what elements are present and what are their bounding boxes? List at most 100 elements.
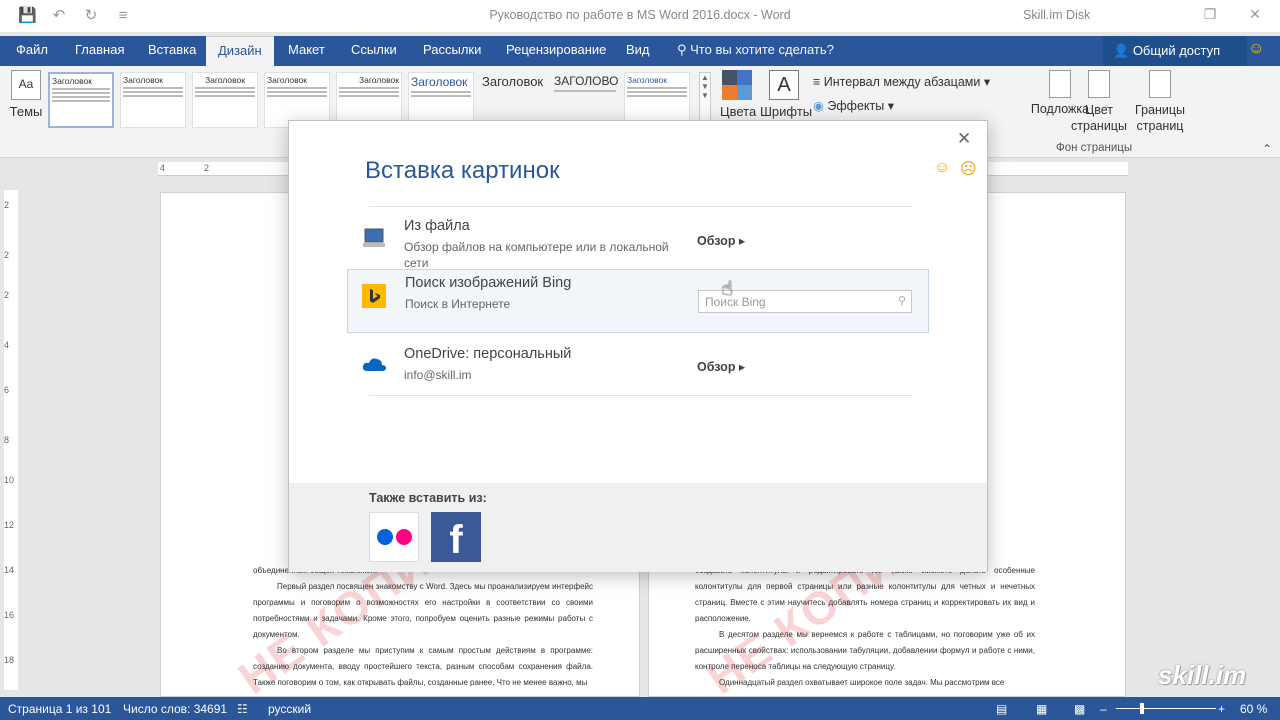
tab-design[interactable]: Дизайн xyxy=(206,36,274,66)
account-name[interactable]: Skill.im Disk xyxy=(1023,8,1090,22)
web-layout-icon[interactable]: ▩ xyxy=(1074,702,1085,716)
tab-view[interactable]: Вид xyxy=(626,42,650,57)
tell-me-text: Что вы хотите сделать? xyxy=(690,42,834,57)
vertical-ruler[interactable]: 2 2 2 4 6 8 10 12 14 16 18 xyxy=(4,190,18,690)
proofing-icon[interactable]: ☷ xyxy=(237,702,248,716)
style-heading: Заголовок xyxy=(205,75,245,85)
frown-icon[interactable]: ☹ xyxy=(960,159,977,179)
paragraph-options: ≡ Интервал между абзацами ▾ ◉ Эффекты ▾ xyxy=(813,70,990,118)
zoom-level[interactable]: 60 % xyxy=(1240,702,1267,716)
style-heading: Заголовок xyxy=(267,75,307,85)
browse-onedrive-label: Обзор xyxy=(697,360,736,374)
also-insert-label: Также вставить из: xyxy=(369,491,487,505)
tab-review[interactable]: Рецензирование xyxy=(506,42,606,57)
share-button[interactable]: 👤 Общий доступ xyxy=(1103,36,1247,66)
browse-onedrive-button[interactable]: Обзор ▸ xyxy=(697,359,745,374)
search-icon[interactable]: ⚲ xyxy=(898,294,906,307)
bing-subtitle: Поиск в Интернете xyxy=(405,297,511,311)
tab-file[interactable]: Файл xyxy=(16,42,48,57)
style-heading: Заголовок xyxy=(627,75,667,85)
style-set-item[interactable]: Заголовок xyxy=(192,72,258,128)
bing-title: Поиск изображений Bing xyxy=(405,275,572,291)
page-color-icon xyxy=(1088,70,1110,98)
page-borders-label: Границы страниц xyxy=(1135,103,1185,133)
from-file-option[interactable]: Из файла Обзор файлов на компьютере или … xyxy=(347,213,929,277)
themes-label: Темы xyxy=(9,104,43,119)
paragraph-spacing-button[interactable]: ≡ Интервал между абзацами ▾ xyxy=(813,70,990,94)
tab-layout[interactable]: Макет xyxy=(288,42,325,57)
page-color-button[interactable]: Цвет страницы xyxy=(1064,70,1134,134)
print-layout-icon[interactable]: ▦ xyxy=(1036,702,1047,716)
browse-file-label: Обзор xyxy=(697,234,736,248)
style-heading: Заголовок xyxy=(52,76,92,86)
document-paragraph: Одиннадцатый раздел охватывает широкое п… xyxy=(719,678,1005,687)
language[interactable]: русский xyxy=(268,702,311,716)
onedrive-subtitle: info@skill.im xyxy=(404,368,472,382)
ribbon-tabs: Файл Главная Вставка Дизайн Макет Ссылки… xyxy=(0,36,1280,66)
bing-search-placeholder: Поиск Bing xyxy=(705,295,766,309)
facebook-icon: f xyxy=(449,518,463,562)
mouse-cursor-icon: ☝ xyxy=(721,278,734,300)
zoom-in-icon[interactable]: + xyxy=(1218,702,1225,716)
facebook-button[interactable]: f xyxy=(431,512,481,562)
zoom-out-icon[interactable]: – xyxy=(1100,702,1107,716)
colors-label: Цвета xyxy=(720,104,757,119)
zoom-slider[interactable] xyxy=(1116,708,1216,709)
style-heading: Заголовок xyxy=(359,75,399,85)
page-count[interactable]: Страница 1 из 101 xyxy=(8,702,111,716)
bing-icon xyxy=(362,284,386,308)
page-borders-button[interactable]: Границы страниц xyxy=(1130,70,1190,134)
close-icon[interactable]: ✕ xyxy=(957,129,971,149)
fonts-label: Шрифты xyxy=(760,104,813,119)
style-heading: Заголовок xyxy=(482,74,544,89)
read-mode-icon[interactable]: ▤ xyxy=(996,702,1007,716)
status-bar: Страница 1 из 101 Число слов: 34691 ☷ ру… xyxy=(0,697,1280,720)
flickr-icon xyxy=(377,529,412,545)
tab-mailings[interactable]: Рассылки xyxy=(423,42,481,57)
browse-file-button[interactable]: Обзор ▸ xyxy=(697,233,745,248)
tab-insert[interactable]: Вставка xyxy=(148,42,196,57)
style-set-item[interactable]: Заголовок xyxy=(120,72,186,128)
feedback-smile-icon[interactable]: ☺ xyxy=(1248,40,1264,58)
computer-icon xyxy=(361,227,385,251)
document-paragraph: создавать колонтитулы и редактировать их… xyxy=(695,566,1035,623)
colors-icon xyxy=(722,70,752,100)
paragraph-spacing-label: Интервал между абзацами xyxy=(823,75,981,89)
close-window-icon[interactable]: ✕ xyxy=(1240,6,1270,23)
share-label: Общий доступ xyxy=(1132,43,1221,58)
tell-me-box[interactable]: ⚲ Что вы хотите сделать? xyxy=(677,42,834,58)
restore-icon[interactable]: ❐ xyxy=(1195,6,1225,23)
from-file-title: Из файла xyxy=(404,218,470,234)
from-file-subtitle: Обзор файлов на компьютере или в локальн… xyxy=(404,240,669,270)
style-heading: ЗАГОЛОВОК xyxy=(554,74,618,88)
tab-references[interactable]: Ссылки xyxy=(351,42,397,57)
collapse-ribbon-icon[interactable]: ⌃ xyxy=(1262,142,1272,156)
skill-logo: skill.im xyxy=(1158,660,1247,690)
page-color-label: Цвет страницы xyxy=(1071,103,1127,133)
onedrive-title: OneDrive: персональный xyxy=(404,346,572,362)
title-bar: 💾 ↶ ↻ ≡ Руководство по работе в MS Word … xyxy=(0,0,1280,32)
page-background-group-label: Фон страницы xyxy=(1056,142,1133,154)
tab-home[interactable]: Главная xyxy=(75,42,124,57)
document-paragraph: Во втором разделе мы приступим к самым п… xyxy=(253,646,593,687)
fonts-icon: A xyxy=(769,70,799,100)
flickr-button[interactable] xyxy=(369,512,419,562)
zoom-slider-thumb[interactable] xyxy=(1140,703,1144,714)
fonts-button[interactable]: A Шрифты xyxy=(760,70,813,119)
style-heading: Заголовок xyxy=(123,75,163,85)
effects-label: Эффекты xyxy=(827,99,885,113)
style-heading: Заголовок xyxy=(411,75,468,89)
word-count[interactable]: Число слов: 34691 xyxy=(123,702,227,716)
insert-pictures-dialog: ✕ Вставка картинок ☺ ☹ Из файла Обзор фа… xyxy=(288,120,988,572)
themes-icon: Aa xyxy=(11,70,41,100)
bing-search-option[interactable]: Поиск изображений Bing Поиск в Интернете… xyxy=(347,269,929,333)
document-paragraph: Первый раздел посвящен знакомству с Word… xyxy=(253,582,593,639)
colors-button[interactable]: Цвета xyxy=(720,70,757,119)
dialog-title: Вставка картинок xyxy=(365,157,560,184)
style-set-item[interactable]: Заголовок xyxy=(48,72,114,128)
effects-button[interactable]: ◉ Эффекты ▾ xyxy=(813,94,990,118)
dialog-footer: Также вставить из: f xyxy=(289,483,987,572)
smile-icon[interactable]: ☺ xyxy=(934,159,950,177)
page-borders-icon xyxy=(1149,70,1171,98)
themes-button[interactable]: Aa Темы xyxy=(8,70,44,119)
